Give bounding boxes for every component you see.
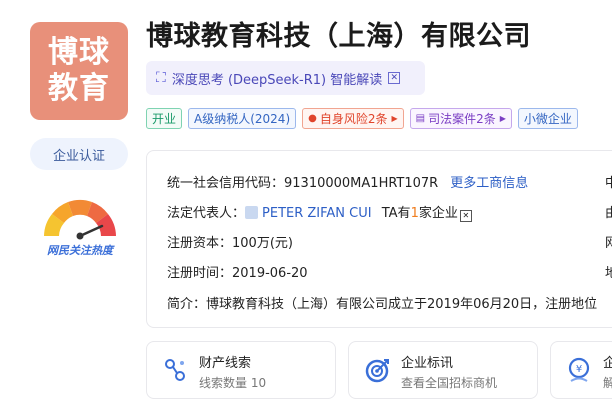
avatar <box>245 206 259 219</box>
heat-gauge[interactable]: 网民关注热度 <box>36 190 124 258</box>
side-field-4: 地 <box>605 266 612 281</box>
tag-status: 开业 <box>146 108 183 129</box>
tag-risk[interactable]: ● 自身风险2条 ▶ <box>302 108 404 129</box>
credit-code-label: 统一社会信用代码： <box>167 176 285 191</box>
bidding-target-icon <box>365 359 389 383</box>
bidding-info-sub: 查看全国招标商机 <box>401 376 498 390</box>
more-business-info-link[interactable]: 更多工商信息 <box>450 176 528 191</box>
tag-list: 开业 A级纳税人(2024) ● 自身风险2条 ▶ ▤ 司法案件2条 ▶ 小微企业 <box>146 108 578 129</box>
enterprise-certification-button[interactable]: 企业认证 <box>30 138 128 170</box>
shield-icon: ● <box>308 113 317 124</box>
heat-label: 网民关注热度 <box>47 244 113 257</box>
rep-ta-suffix: 家企业 <box>418 206 458 221</box>
tag-judicial[interactable]: ▤ 司法案件2条 ▶ <box>409 108 512 129</box>
property-clue-card[interactable]: 财产线索 线索数量 10 <box>146 341 336 399</box>
ai-sparkle-icon: ⛶ <box>156 70 166 86</box>
bidding-info-card[interactable]: 企业标讯 查看全国招标商机 <box>348 341 538 399</box>
rep-ta-count[interactable]: 1 <box>411 206 419 221</box>
document-icon: ▤ <box>415 113 426 124</box>
expand-icon[interactable]: ✕ <box>459 210 472 222</box>
tag-size: 小微企业 <box>517 108 578 129</box>
third-info-title: 企 <box>603 356 612 371</box>
svg-text:¥: ¥ <box>576 364 582 375</box>
reg-date-label: 注册时间： <box>167 266 233 281</box>
bidding-info-title: 企业标讯 <box>401 356 454 371</box>
intro-label: 简介： <box>167 297 207 312</box>
side-field-2: 由 <box>605 206 612 221</box>
property-clue-sub: 线索数量 10 <box>199 376 267 390</box>
reg-date-value: 2019-06-20 <box>232 266 308 281</box>
intro-row: 简介：博球教育科技（上海）有限公司成立于2019年06月20日，注册地位 <box>167 293 597 312</box>
capital-row: 注册资本：100万(元) <box>167 232 293 251</box>
rep-ta-prefix: TA有 <box>381 206 411 221</box>
legal-rep-name[interactable]: PETER ZIFAN CUI <box>262 206 372 221</box>
reg-date-row: 注册时间：2019-06-20 <box>167 262 308 281</box>
heat-gauge-icon <box>44 199 116 240</box>
legal-rep-row: 法定代表人： PETER ZIFAN CUI TA有1家企业 ✕ <box>167 202 472 222</box>
chevron-right-icon: ▶ <box>499 114 506 123</box>
capital-value: 100万(元) <box>232 236 293 251</box>
logo-line-1: 博球 <box>48 35 110 70</box>
chevron-right-icon: ▶ <box>391 114 398 123</box>
ai-summary-button[interactable]: ⛶ 深度思考 (DeepSeek-R1) 智能解读 ✕ <box>146 61 425 95</box>
company-logo: 博球 教育 <box>30 22 128 120</box>
tag-taxpayer[interactable]: A级纳税人(2024) <box>188 108 297 129</box>
business-info-card: 统一社会信用代码：91310000MA1HRT107R 更多工商信息 法定代表人：… <box>146 150 612 328</box>
side-field-3: 网 <box>605 236 612 251</box>
third-info-card[interactable]: ¥ 企 解 <box>550 341 612 399</box>
side-field-1: 中 <box>605 176 612 191</box>
credit-code-value: 91310000MA1HRT107R <box>284 176 439 191</box>
property-clue-title: 财产线索 <box>199 356 252 371</box>
intro-text: 博球教育科技（上海）有限公司成立于2019年06月20日，注册地位 <box>206 297 598 312</box>
third-info-sub: 解 <box>603 376 612 390</box>
capital-label: 注册资本： <box>167 236 233 251</box>
property-clue-icon <box>165 359 185 381</box>
credit-code-row: 统一社会信用代码：91310000MA1HRT107R 更多工商信息 <box>167 172 528 191</box>
company-name: 博球教育科技（上海）有限公司 <box>146 21 531 52</box>
legal-rep-label: 法定代表人： <box>167 206 246 221</box>
close-icon[interactable]: ✕ <box>388 72 401 84</box>
money-person-icon: ¥ <box>568 357 590 382</box>
ai-summary-label: 深度思考 (DeepSeek-R1) 智能解读 <box>171 72 383 88</box>
logo-line-2: 教育 <box>48 71 110 106</box>
